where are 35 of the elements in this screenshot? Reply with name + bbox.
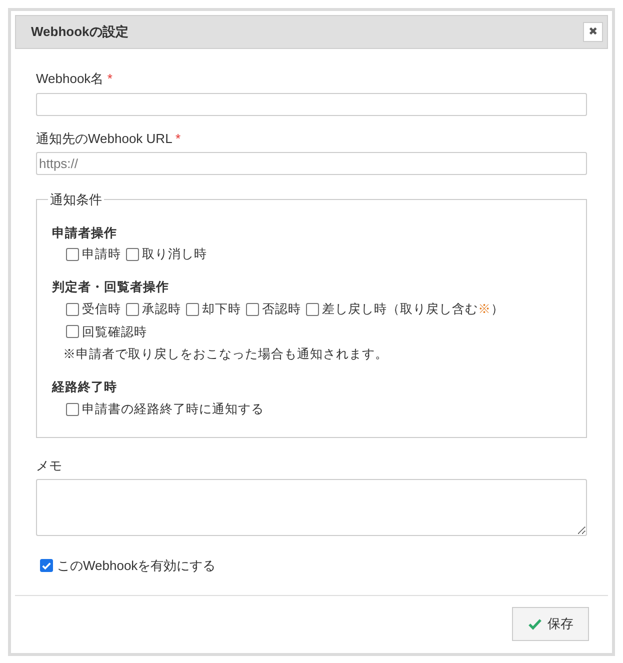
checkbox-label: 申請書の経路終了時に通知する — [82, 400, 264, 418]
text-field[interactable] — [36, 92, 587, 116]
checkbox-label: 差し戻し時（取り戻し含む※） — [322, 300, 504, 318]
checkbox[interactable] — [186, 302, 199, 316]
checkbox[interactable] — [126, 248, 139, 262]
checkbox-label: 受信時 — [82, 300, 121, 318]
checkbox[interactable] — [66, 248, 79, 262]
checkbox[interactable] — [66, 302, 79, 316]
checkbox[interactable] — [66, 402, 79, 416]
note-text: ※申請者で取り戻しをおこなった場合も通知されます。 — [62, 346, 388, 364]
memo-field[interactable] — [36, 479, 587, 536]
checkbox[interactable] — [66, 325, 79, 338]
checkbox-label: 取り消し時 — [142, 246, 207, 264]
checkbox[interactable] — [306, 302, 319, 316]
checkbox-label: 承認時 — [142, 300, 181, 318]
group-heading: 判定者・回覧者操作 — [52, 279, 169, 296]
checkmark-icon — [528, 618, 542, 630]
close-button[interactable]: ✖ — [583, 22, 603, 42]
checkbox[interactable] — [126, 302, 139, 316]
checkbox[interactable] — [246, 302, 259, 316]
checkbox[interactable] — [40, 559, 53, 572]
fieldset-legend: 通知条件 — [48, 190, 104, 210]
checkbox-label: このWebhookを有効にする — [57, 557, 216, 575]
checkbox-label: 回覧確認時 — [82, 324, 147, 340]
save-button[interactable]: 保存 — [512, 606, 589, 640]
group-heading: 申請者操作 — [52, 224, 117, 242]
group-heading: 経路終了時 — [52, 379, 117, 396]
text-field[interactable]: https:// — [36, 152, 587, 175]
field-label: Webhook名 * — [36, 70, 114, 88]
dialog-title: Webhookの設定 — [31, 23, 128, 42]
checkbox-label: 却下時 — [202, 300, 241, 318]
checkbox-label: 申請時 — [82, 246, 121, 264]
field-label: 通知先のWebhook URL * — [36, 130, 182, 148]
checkbox-label: 否認時 — [262, 300, 301, 318]
memo-label: メモ — [36, 456, 62, 474]
